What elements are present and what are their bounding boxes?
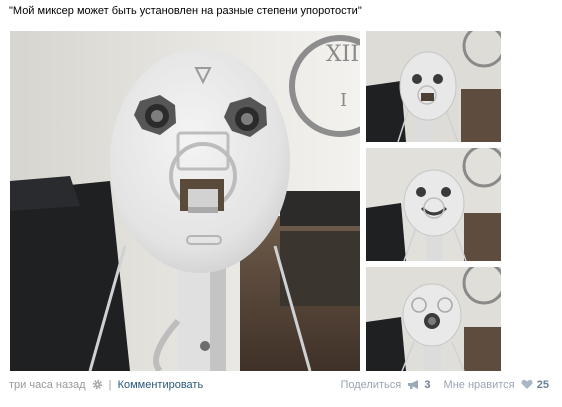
post-photo-main[interactable]: XII I bbox=[10, 31, 360, 371]
post-meta: три часа назад | Комментировать bbox=[9, 377, 203, 395]
like-count: 25 bbox=[536, 379, 549, 391]
post-photo-thumb-1[interactable] bbox=[366, 31, 501, 142]
like-label: Мне нравится bbox=[443, 379, 515, 391]
separator: | bbox=[108, 379, 112, 391]
post-time[interactable]: три часа назад bbox=[9, 379, 86, 391]
share-label: Поделиться bbox=[340, 379, 402, 391]
comment-link[interactable]: Комментировать bbox=[118, 379, 204, 391]
megaphone-icon bbox=[407, 379, 420, 395]
post-photo-thumb-2[interactable] bbox=[366, 148, 501, 261]
post-photo-thumb-3[interactable] bbox=[366, 267, 501, 371]
post-caption: "Мой миксер может быть установлен на раз… bbox=[9, 5, 362, 17]
like-button[interactable]: Мне нравится 25 bbox=[444, 379, 549, 391]
svg-text:XII: XII bbox=[326, 42, 359, 67]
svg-text:I: I bbox=[340, 90, 347, 111]
gear-icon[interactable] bbox=[92, 379, 103, 395]
post-footer: три часа назад | Комментировать Поделить… bbox=[9, 377, 549, 393]
post-actions: Поделиться 3 Мне нравится 25 bbox=[340, 377, 549, 395]
share-count: 3 bbox=[424, 379, 431, 391]
share-button[interactable]: Поделиться 3 bbox=[340, 379, 433, 391]
heart-icon bbox=[521, 379, 533, 395]
